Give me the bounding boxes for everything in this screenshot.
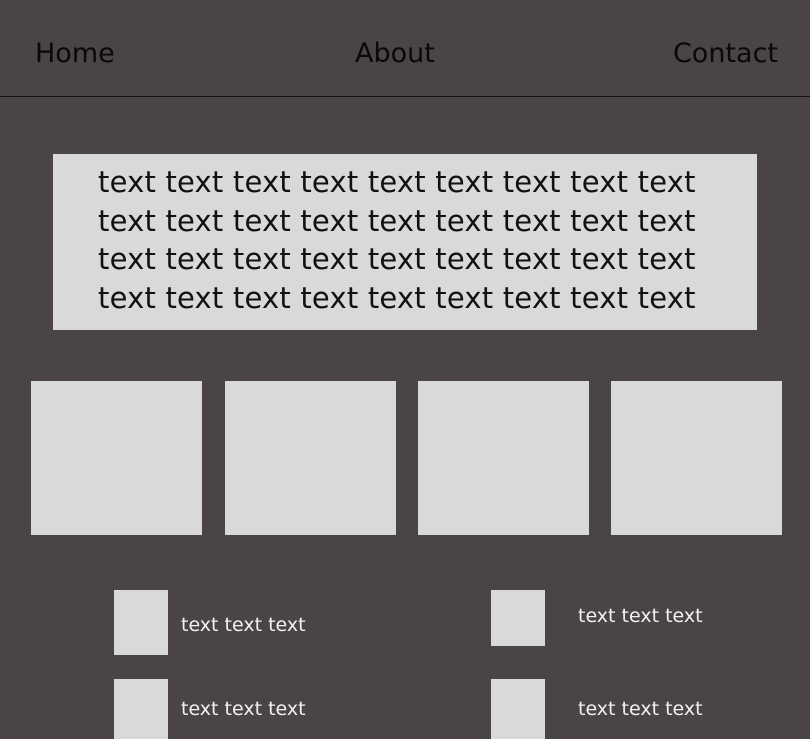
image-card [31, 381, 202, 535]
top-nav: Home About Contact [0, 0, 810, 97]
list-item-label: text text text [578, 605, 703, 627]
list-item-thumbnail [114, 590, 168, 655]
list-item-label: text text text [181, 614, 306, 636]
nav-link-about[interactable]: About [355, 36, 435, 72]
image-card [611, 381, 782, 535]
hero-text-box: text text text text text text text text … [53, 154, 757, 330]
hero-line: text text text text text text text text … [98, 280, 696, 315]
hero-line: text text text text text text text text … [98, 165, 696, 199]
hero-paragraph: text text text text text text text text … [98, 163, 748, 317]
list-item-label: text text text [181, 698, 306, 720]
hero-line: text text text text text text text text … [98, 203, 696, 238]
hero-line: text text text text text text text text … [98, 242, 696, 276]
list-item-thumbnail [114, 679, 168, 739]
nav-link-home[interactable]: Home [35, 36, 115, 72]
list-item-thumbnail [491, 679, 545, 739]
image-card [225, 381, 396, 535]
nav-link-contact[interactable]: Contact [673, 36, 778, 72]
list-item-thumbnail [491, 590, 545, 646]
image-card [418, 381, 589, 535]
list-item-label: text text text [578, 698, 703, 720]
